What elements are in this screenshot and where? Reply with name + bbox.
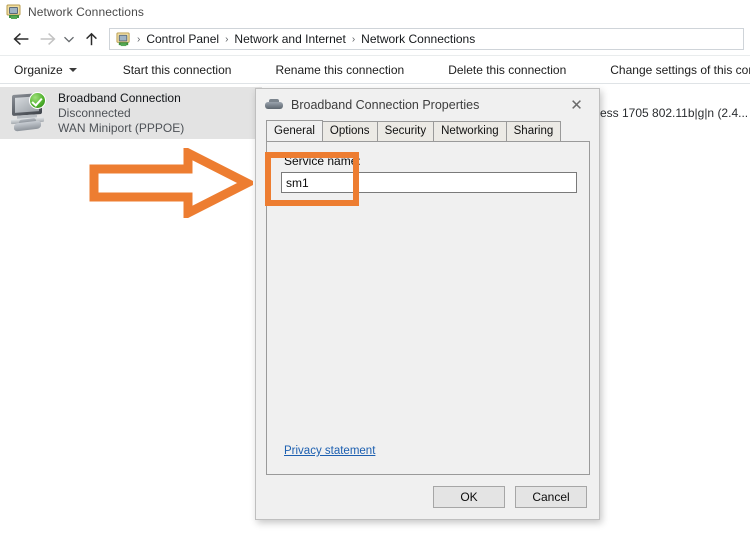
tab-security[interactable]: Security <box>376 121 435 141</box>
truncated-adapter-text: ess 1705 802.11b|g|n (2.4... <box>600 106 749 120</box>
chevron-down-icon[interactable] <box>60 26 78 52</box>
connection-device: WAN Miniport (PPPOE) <box>58 120 185 135</box>
back-arrow-icon[interactable] <box>8 26 34 52</box>
navigation-bar: › Control Panel › Network and Internet ›… <box>0 23 750 55</box>
delete-this-connection-button[interactable]: Delete this connection <box>448 63 566 77</box>
breadcrumb-separator: › <box>137 33 141 45</box>
window-title: Network Connections <box>28 4 144 19</box>
service-name-label: Service name: <box>284 154 361 168</box>
modem-icon <box>265 98 283 111</box>
dialog-title: Broadband Connection Properties <box>291 97 480 112</box>
change-settings-of-this-connection-button[interactable]: Change settings of this connection <box>610 63 750 77</box>
breadcrumb-item-network-and-internet[interactable]: Network and Internet <box>231 32 348 46</box>
tab-general[interactable]: General <box>266 120 323 141</box>
connected-check-icon <box>29 92 46 109</box>
dialog-footer: OK Cancel <box>256 475 599 519</box>
close-icon[interactable]: ✕ <box>554 90 599 120</box>
breadcrumb-item-network-connections[interactable]: Network Connections <box>358 32 478 46</box>
connection-name: Broadband Connection <box>58 90 181 105</box>
cancel-button[interactable]: Cancel <box>515 486 587 508</box>
tab-sharing[interactable]: Sharing <box>505 121 562 141</box>
privacy-statement-link[interactable]: Privacy statement <box>284 445 375 457</box>
broadband-connection-icon <box>10 91 54 135</box>
window-titlebar: Network Connections <box>0 0 750 23</box>
forward-arrow-icon[interactable] <box>34 26 60 52</box>
general-tab-panel: Service name: Privacy statement <box>266 141 590 475</box>
broadband-connection-properties-dialog: Broadband Connection Properties ✕ Genera… <box>255 88 600 520</box>
organize-label: Organize <box>14 62 63 77</box>
command-bar: Organize Start this connection Rename th… <box>0 55 750 84</box>
breadcrumb[interactable]: › Control Panel › Network and Internet ›… <box>109 28 744 50</box>
breadcrumb-separator: › <box>351 33 356 45</box>
breadcrumb-separator: › <box>225 33 229 45</box>
tab-networking[interactable]: Networking <box>433 121 507 141</box>
tab-options[interactable]: Options <box>321 121 378 141</box>
organize-button[interactable]: Organize <box>14 63 77 77</box>
start-this-connection-button[interactable]: Start this connection <box>123 63 232 77</box>
up-arrow-icon[interactable] <box>78 26 104 52</box>
rename-this-connection-button[interactable]: Rename this connection <box>275 63 404 77</box>
connection-status: Disconnected <box>58 105 131 120</box>
modem-icon <box>13 117 44 132</box>
dialog-titlebar: Broadband Connection Properties ✕ <box>256 89 599 120</box>
dialog-tabs: General Options Security Networking Shar… <box>256 120 599 141</box>
breadcrumb-item-control-panel[interactable]: Control Panel <box>143 32 222 46</box>
network-connections-icon <box>6 4 22 20</box>
caret-down-icon <box>68 68 77 73</box>
service-name-input[interactable] <box>281 172 577 193</box>
list-item[interactable]: Broadband Connection Disconnected WAN Mi… <box>0 87 262 139</box>
ok-button[interactable]: OK <box>433 486 505 508</box>
breadcrumb-network-icon <box>116 31 131 47</box>
